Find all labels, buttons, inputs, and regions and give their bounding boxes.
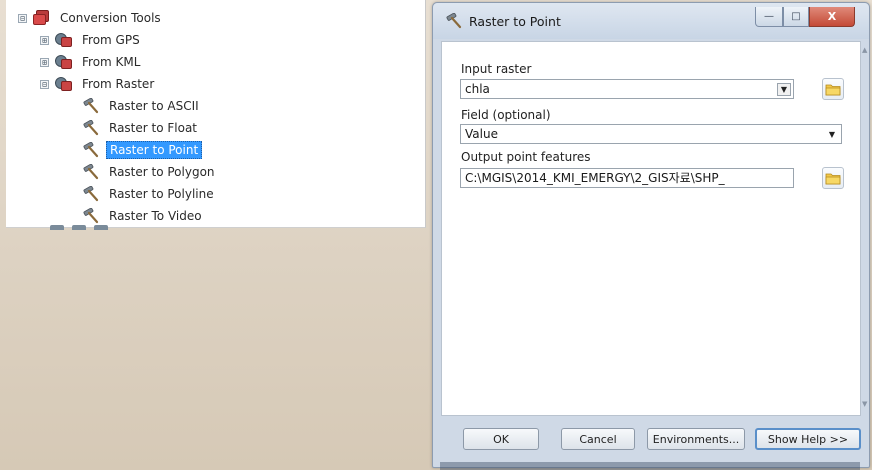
tree-tool-raster-to-float[interactable]: Raster to Float [82,117,200,139]
collapse-icon[interactable]: ⊟ [18,13,27,23]
tree-node-from-raster[interactable]: ⊟ From Raster [40,73,157,95]
scroll-down-icon[interactable]: ▼ [862,400,867,408]
field-value: Value [465,127,498,141]
dialog-titlebar[interactable]: Raster to Point — □ X [433,3,869,39]
input-raster-label: Input raster [461,62,532,76]
taskbar-edge [440,462,860,470]
toolset-icon [55,76,73,92]
tree-node-conversion-tools[interactable]: ⊟ Conversion Tools [18,7,164,29]
field-optional-label: Field (optional) [461,108,551,122]
input-raster-field[interactable]: chla ▼ [460,79,794,99]
hammer-icon [83,142,99,158]
dialog-button-bar: OK Cancel Environments... Show Help >> [433,416,869,466]
hammer-icon [83,164,99,180]
hammer-icon [83,186,99,202]
show-help-button[interactable]: Show Help >> [755,428,861,450]
folder-icon [825,84,841,96]
field-select[interactable]: Value ▼ [460,124,842,144]
browse-input-button[interactable] [822,78,844,100]
tree-node-from-gps[interactable]: ⊞ From GPS [40,29,143,51]
chevron-down-icon[interactable]: ▼ [825,128,839,141]
expand-icon[interactable]: ⊞ [40,57,49,67]
tree-node-from-kml[interactable]: ⊞ From KML [40,51,143,73]
output-features-field[interactable]: C:\MGIS\2014_KMI_EMERGY\2_GIS자료\SHP_ [460,168,794,188]
tree-label-conversion-tools[interactable]: Conversion Tools [57,10,164,26]
dialog-title: Raster to Point [469,14,561,29]
tree-tool-label[interactable]: Raster To Video [106,208,205,224]
chevron-down-icon[interactable]: ▼ [777,83,791,96]
tool-parameters-panel: ▲ Input raster chla ▼ Field (optional) V… [441,41,867,416]
input-raster-value: chla [465,82,490,96]
tree-tool-label[interactable]: Raster to Float [106,120,200,136]
minimize-button[interactable]: — [755,7,783,27]
tree-tool-label[interactable]: Raster to Point [106,141,203,159]
output-features-label: Output point features [461,150,591,164]
toolset-icon [55,54,73,70]
environments-button[interactable]: Environments... [647,428,745,450]
browse-output-button[interactable] [822,167,844,189]
hammer-icon [446,13,462,29]
toolbox-icon [33,10,51,26]
tree-tool-label[interactable]: Raster to Polygon [106,164,218,180]
tree-tool-raster-to-point[interactable]: Raster to Point [82,139,203,161]
maximize-button[interactable]: □ [783,7,809,27]
output-features-value: C:\MGIS\2014_KMI_EMERGY\2_GIS자료\SHP_ [465,171,725,185]
tree-tool-label[interactable]: Raster to Polyline [106,186,217,202]
tree-tool-raster-to-ascii[interactable]: Raster to ASCII [82,95,202,117]
expand-icon[interactable]: ⊞ [40,35,49,45]
tree-label-from-kml[interactable]: From KML [79,54,143,70]
hammer-icon [83,120,99,136]
cancel-button[interactable]: Cancel [561,428,635,450]
folder-icon [825,173,841,185]
tree-label-from-gps[interactable]: From GPS [79,32,143,48]
toolbox-tree-panel: ⊟ Conversion Tools ⊞ From GPS ⊞ From KML… [6,0,426,230]
partially-visible-tree-node [50,224,140,230]
tree-tool-label[interactable]: Raster to ASCII [106,98,202,114]
close-button[interactable]: X [809,7,855,27]
hammer-icon [83,98,99,114]
hammer-icon [83,208,99,224]
toolset-icon [55,32,73,48]
tree-tool-raster-to-polyline[interactable]: Raster to Polyline [82,183,217,205]
raster-to-point-dialog: Raster to Point — □ X ▲ Input raster chl… [432,2,870,468]
scroll-up-icon[interactable]: ▲ [862,46,867,54]
collapse-icon[interactable]: ⊟ [40,79,49,89]
tree-tool-raster-to-polygon[interactable]: Raster to Polygon [82,161,218,183]
ok-button[interactable]: OK [463,428,539,450]
tree-label-from-raster[interactable]: From Raster [79,76,157,92]
